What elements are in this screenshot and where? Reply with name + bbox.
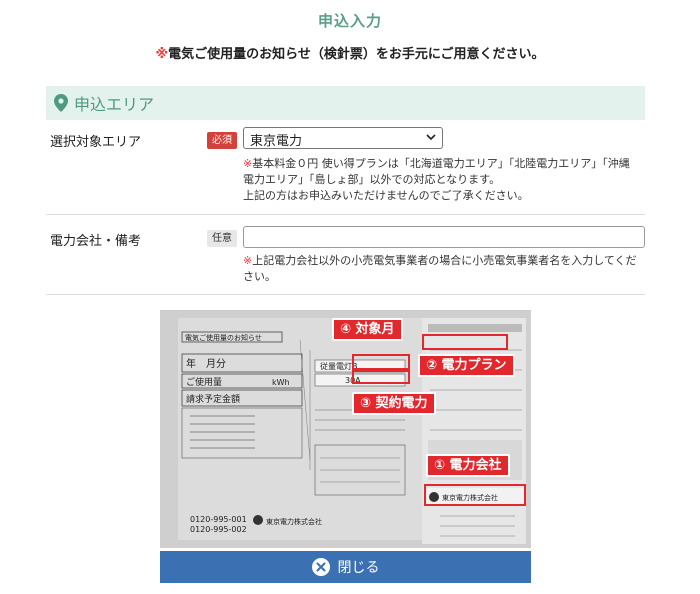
company-highlight — [424, 484, 526, 506]
doc-bill: 請求予定金額 — [186, 393, 240, 405]
close-button[interactable]: 閉じる — [160, 551, 531, 583]
section-header: 申込エリア — [46, 86, 645, 120]
area-select-value: 東京電力 — [250, 134, 303, 149]
doc-tel1: 0120-995-001 — [190, 515, 247, 524]
notice-text: 電気ご使用量のお知らせ（検針票）をお手元にご用意ください。 — [168, 47, 545, 62]
callout-month: ④ 対象月 — [332, 318, 403, 341]
chevron-down-icon — [426, 134, 436, 141]
doc-kwh: kWh — [272, 378, 290, 387]
callout-plan: ② 電力プラン — [418, 354, 515, 377]
doc-tel2: 0120-995-002 — [190, 525, 247, 534]
doc-company-left: 東京電力株式会社 — [266, 517, 322, 526]
divider — [46, 294, 645, 295]
doc-month: 年 月分 — [186, 357, 226, 370]
area-label: 選択対象エリア — [50, 135, 142, 150]
notice-mark: ※ — [155, 47, 169, 62]
map-pin-icon — [54, 94, 68, 112]
page-title: 申込入力 — [317, 12, 382, 30]
area-select[interactable]: 東京電力 — [243, 127, 443, 149]
close-button-label: 閉じる — [337, 560, 380, 576]
company-note: ※上記電力会社以外の小売電気事業者の場合に小売電気事業者名を入力してくだ さい。 — [243, 253, 643, 285]
company-note-mark: ※ — [243, 254, 253, 267]
callout-company: ① 電力会社 — [426, 454, 510, 477]
optional-badge: 任意 — [207, 230, 237, 247]
area-note-line2: 電力エリア」「島しょ部」以外での対応となります。 — [243, 173, 501, 186]
doc-header: 電気ご使用量のお知らせ — [185, 333, 262, 342]
company-note-line2: さい。 — [243, 270, 276, 283]
callout-contract: ③ 契約電力 — [352, 392, 436, 415]
section-title: 申込エリア — [74, 95, 155, 114]
contract-highlight — [352, 370, 410, 384]
area-note: ※基本料金０円 使い得プランは「北海道電力エリア」「北陸電力エリア」「沖縄 電力… — [243, 156, 643, 204]
notice: ※電気ご使用量のお知らせ（検針票）をお手元にご用意ください。 — [0, 43, 700, 62]
sample-bill-image: 電気ご使用量のお知らせ 年 月分 ご使用量 kWh 請求予定金額 0120-99… — [160, 310, 531, 548]
area-note-line1: 基本料金０円 使い得プランは「北海道電力エリア」「北陸電力エリア」「沖縄 — [252, 157, 630, 170]
company-label: 電力会社・備考 — [50, 234, 142, 249]
plan-highlight — [352, 354, 410, 370]
required-badge: 必須 — [207, 132, 237, 149]
close-icon — [311, 558, 330, 576]
month-highlight — [422, 334, 508, 350]
company-input[interactable] — [243, 226, 645, 248]
company-note-line1: 上記電力会社以外の小売電気事業者の場合に小売電気事業者名を入力してくだ — [252, 254, 637, 267]
area-note-line3: 上記の方はお申込みいただけませんのでご了承ください。 — [243, 189, 529, 202]
doc-usage: ご使用量 — [186, 376, 222, 388]
divider — [46, 214, 645, 215]
area-note-mark: ※ — [243, 157, 253, 170]
